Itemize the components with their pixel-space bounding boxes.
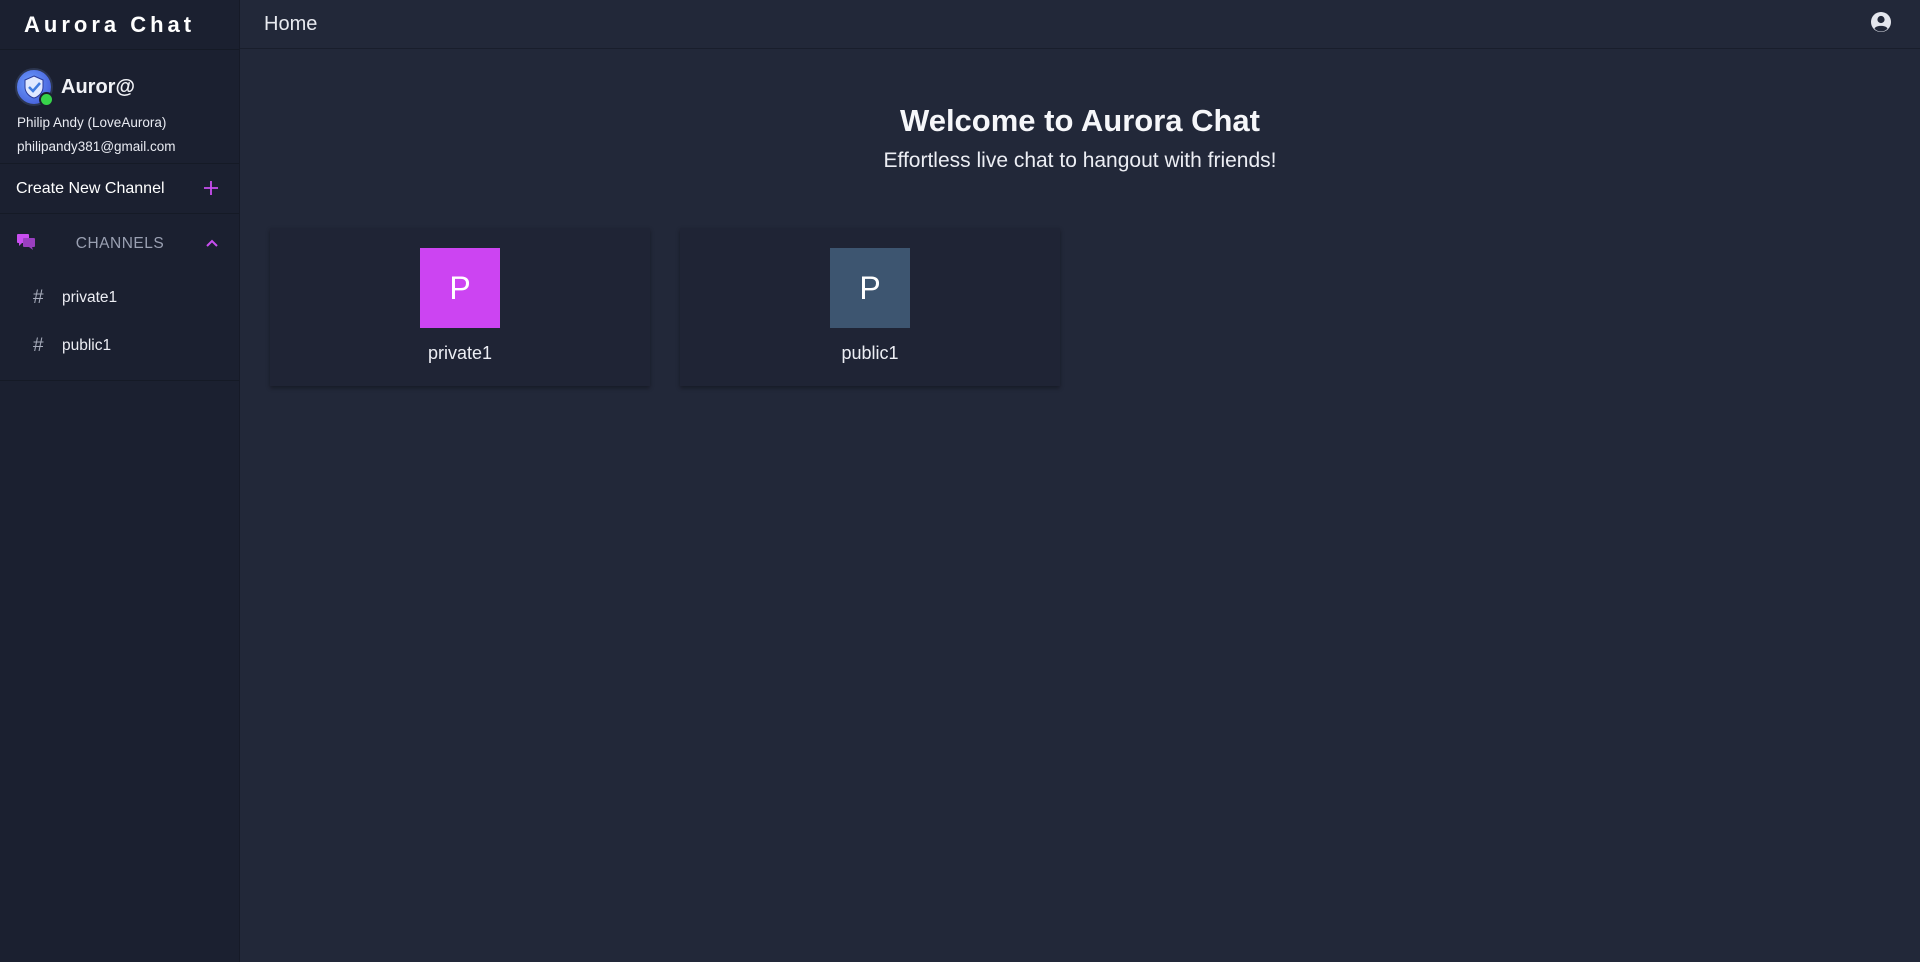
account-circle-icon[interactable] xyxy=(1870,11,1892,38)
channel-card-name: public1 xyxy=(841,343,899,363)
channel-avatar: P xyxy=(420,248,500,328)
welcome-subheading: Effortless live chat to hangout with fri… xyxy=(883,149,1277,172)
sidebar-channel-private1[interactable]: # private1 xyxy=(0,274,239,322)
shield-avatar-icon[interactable] xyxy=(15,68,54,107)
hash-icon: # xyxy=(33,287,44,308)
profile-panel: Auror@ Philip Andy (LoveAurora) philipan… xyxy=(0,50,239,164)
plus-icon[interactable] xyxy=(203,177,219,201)
sidebar: Aurora Chat Auror@ Philip Andy (LoveAuro… xyxy=(0,0,240,962)
channel-avatar: P xyxy=(830,248,910,328)
user-email: philipandy381@gmail.com xyxy=(17,139,176,154)
chat-bubbles-icon xyxy=(17,233,35,255)
chevron-up-icon[interactable] xyxy=(205,235,219,253)
app-name: Auror@ xyxy=(61,75,135,98)
channels-divider xyxy=(0,370,239,381)
top-bar: Home xyxy=(240,0,1920,49)
channels-section-toggle[interactable]: CHANNELS xyxy=(0,214,239,274)
create-channel-button[interactable]: Create New Channel xyxy=(0,164,239,214)
channels-label: CHANNELS xyxy=(75,235,165,252)
user-display-name: Philip Andy (LoveAurora) xyxy=(17,115,167,130)
create-channel-label: Create New Channel xyxy=(16,179,165,197)
hash-icon: # xyxy=(33,335,44,356)
channel-name: public1 xyxy=(62,337,112,354)
welcome-section: Welcome to Aurora Chat Effortless live c… xyxy=(240,103,1920,173)
channel-card-name: private1 xyxy=(427,343,493,363)
channel-name: private1 xyxy=(62,289,118,306)
channel-card-public1[interactable]: P public1 xyxy=(680,228,1060,386)
brand-title[interactable]: Aurora Chat xyxy=(0,0,239,50)
page-title: Home xyxy=(264,12,318,35)
channel-card-private1[interactable]: P private1 xyxy=(270,228,650,386)
main-content: Welcome to Aurora Chat Effortless live c… xyxy=(240,50,1920,962)
channel-cards: P private1 P public1 xyxy=(240,228,1920,386)
welcome-heading: Welcome to Aurora Chat xyxy=(900,103,1260,138)
sidebar-channel-public1[interactable]: # public1 xyxy=(0,322,239,370)
online-status-icon xyxy=(39,92,54,107)
